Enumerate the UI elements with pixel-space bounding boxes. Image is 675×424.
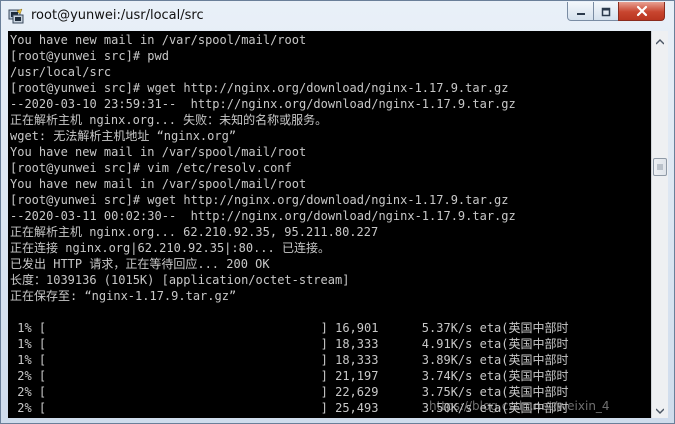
window-title: root@yunwei:/usr/local/src [31, 8, 204, 23]
close-icon [636, 2, 648, 21]
minimize-icon [576, 2, 586, 21]
terminal-line: You have new mail in /var/spool/mail/roo… [10, 177, 307, 191]
terminal-line: 正在解析主机 nginx.org... 62.210.92.35, 95.211… [10, 225, 379, 239]
terminal-output[interactable]: You have new mail in /var/spool/mail/roo… [8, 31, 651, 418]
terminal-line: 已发出 HTTP 请求，正在等待回应... 200 OK [10, 257, 270, 271]
terminal-line: You have new mail in /var/spool/mail/roo… [10, 145, 307, 159]
progress-line: 1% [ ] 16,901 5.37K/s eta(英国中部时 [10, 321, 569, 335]
putty-terminal-icon[interactable] [8, 8, 24, 24]
terminal-line: --2020-03-11 00:02:30-- http://nginx.org… [10, 209, 516, 223]
terminal-line: 正在解析主机 nginx.org... 失败：未知的名称或服务。 [10, 113, 328, 127]
maximize-button[interactable] [593, 2, 619, 21]
progress-line: 1% [ ] 18,333 4.91K/s eta(英国中部时 [10, 337, 569, 351]
minimize-button[interactable] [567, 2, 594, 21]
terminal-line: [root@yunwei src]# wget http://nginx.org… [10, 81, 509, 95]
blog-watermark: https://blog.csdn.net/weixin_4 [429, 399, 610, 413]
progress-line: 2% [ ] 22,629 3.75K/s eta(英国中部时 [10, 385, 569, 399]
scrollbar-thumb[interactable] [653, 158, 667, 176]
scroll-up-button[interactable] [652, 31, 668, 48]
progress-line: 1% [ ] 18,333 3.89K/s eta(英国中部时 [10, 353, 569, 367]
maximize-icon [601, 2, 611, 21]
terminal-line: [root@yunwei src]# vim /etc/resolv.conf [10, 161, 292, 175]
terminal-line: 长度：1039136 (1015K) [application/octet-st… [10, 273, 350, 287]
title-bar[interactable]: root@yunwei:/usr/local/src [1, 1, 674, 31]
terminal-line: 正在保存至: “nginx-1.17.9.tar.gz” [10, 289, 237, 303]
terminal-line: /usr/local/src [10, 65, 112, 79]
terminal-line: You have new mail in /var/spool/mail/roo… [10, 33, 307, 47]
terminal-line: [root@yunwei src]# pwd [10, 49, 169, 63]
scroll-up-arrow-icon [655, 30, 665, 49]
progress-line: 2% [ ] 21,197 3.74K/s eta(英国中部时 [10, 369, 569, 383]
scroll-down-arrow-icon [655, 399, 665, 418]
terminal-line: 正在连接 nginx.org|62.210.92.35|:80... 已连接。 [10, 241, 330, 255]
close-button[interactable] [618, 2, 665, 21]
terminal-line: --2020-03-10 23:59:31-- http://nginx.org… [10, 97, 516, 111]
scroll-down-button[interactable] [652, 400, 668, 417]
terminal-line: wget: 无法解析主机地址 “nginx.org” [10, 129, 237, 143]
terminal-window: root@yunwei:/usr/local/src You have new … [0, 0, 675, 424]
vertical-scrollbar[interactable] [651, 31, 668, 418]
terminal-line: [root@yunwei src]# wget http://nginx.org… [10, 193, 509, 207]
